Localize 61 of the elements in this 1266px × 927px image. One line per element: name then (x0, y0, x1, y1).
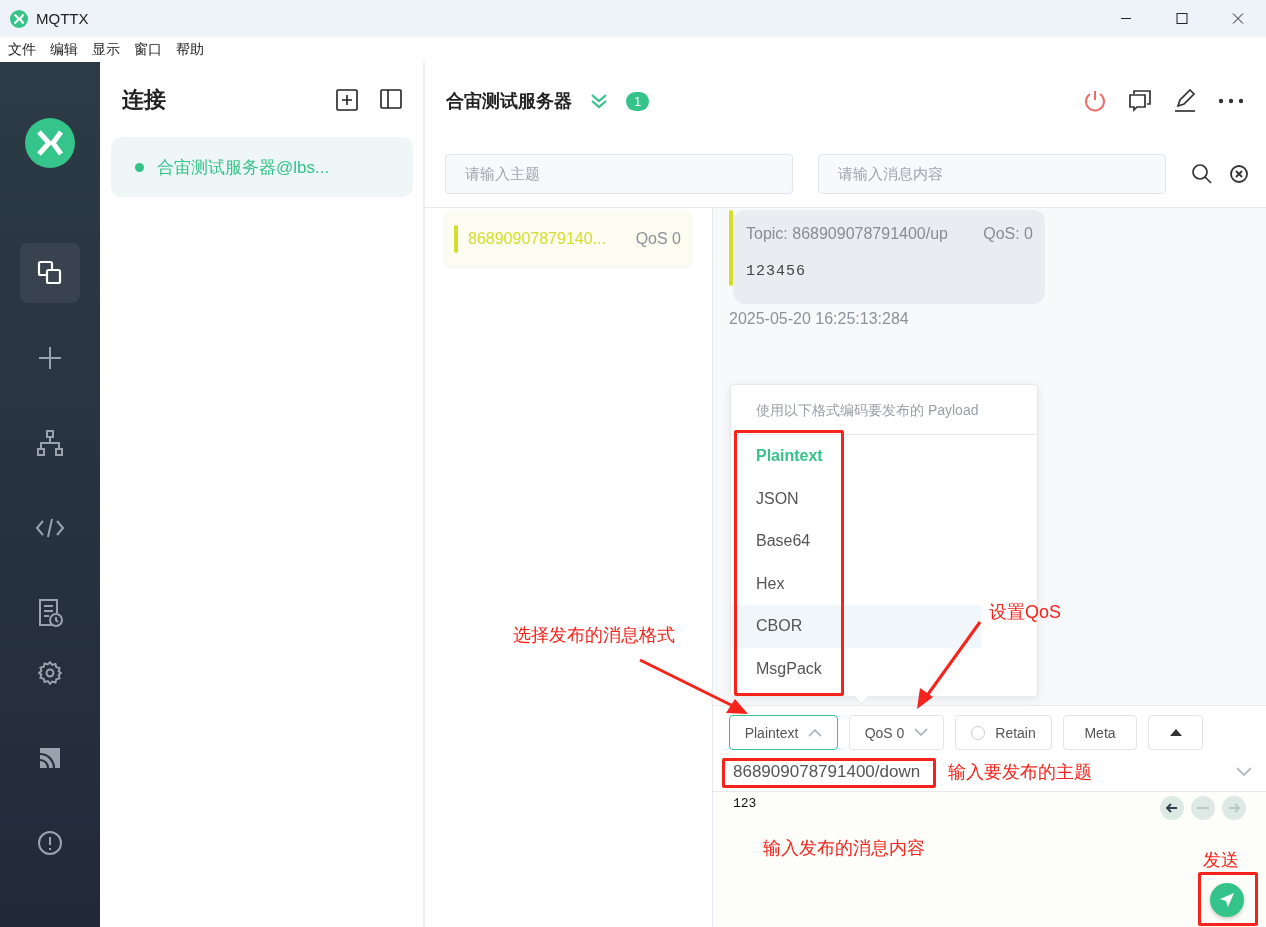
rss-icon (38, 746, 62, 770)
chat-icon[interactable] (1128, 89, 1152, 113)
payload-search-field[interactable]: 请输入消息内容 (818, 153, 1166, 194)
app-logo-icon (10, 9, 28, 28)
gear-icon (37, 660, 63, 686)
qos-select[interactable]: QoS 0 (849, 715, 944, 750)
message-qos: QoS: 0 (983, 225, 1033, 243)
annotation-text: 选择发布的消息格式 (513, 624, 675, 647)
arrow-left-icon[interactable] (1160, 796, 1184, 820)
expand-button[interactable] (1148, 715, 1203, 750)
more-icon[interactable] (1218, 98, 1244, 104)
message-payload: 123456 (746, 263, 807, 280)
panel-title: 连接 (122, 85, 166, 114)
add-icon[interactable] (336, 88, 358, 111)
windows-icon (36, 259, 64, 287)
nav-item[interactable] (20, 243, 80, 303)
payload-editor[interactable]: 123 (733, 796, 1033, 816)
highlight-frame (1198, 872, 1258, 926)
clear-icon[interactable] (1229, 163, 1249, 184)
meta-button[interactable]: Meta (1063, 715, 1137, 750)
annotation-text: 输入发布的消息内容 (763, 837, 925, 860)
format-select[interactable]: Plaintext (729, 715, 838, 750)
message-time: 2025-05-20 16:25:13:284 (729, 310, 910, 328)
annotation-text: 发送 (1203, 849, 1239, 872)
window-title: MQTTX (36, 10, 89, 27)
topic-text: 86890907879140... (468, 229, 606, 248)
menu-item[interactable]: 编辑 (46, 40, 86, 59)
search-icon[interactable] (1191, 162, 1213, 185)
send-icon (1219, 892, 1235, 908)
app-logo-icon (25, 118, 75, 168)
count-badge: 1 (626, 91, 650, 111)
topic-search-field[interactable]: 请输入主题 (445, 153, 793, 194)
format-option[interactable]: Hex (731, 562, 981, 605)
document-clock-icon (36, 598, 64, 628)
menu-item[interactable]: 显示 (88, 40, 128, 59)
edit-icon[interactable] (1173, 89, 1197, 113)
menu-item[interactable]: 窗口 (130, 40, 170, 59)
annotation-text: 输入要发布的主题 (948, 761, 1092, 784)
plus-icon (37, 345, 63, 371)
hierarchy-icon (36, 429, 64, 457)
format-option[interactable]: CBOR (731, 605, 981, 648)
format-option[interactable]: JSON (731, 477, 981, 520)
annotation-text: 设置QoS (989, 601, 1062, 624)
message-topic: Topic: 868909078791400/up (746, 225, 948, 243)
topic-input-field[interactable]: 868909078791400/down (733, 762, 938, 782)
format-option[interactable]: MsgPack (731, 647, 981, 690)
caret-up-icon (1169, 729, 1182, 736)
qos-text: QoS 0 (635, 229, 681, 248)
menu-item[interactable]: 帮助 (172, 40, 212, 59)
dropdown-hint: 使用以下格式编码要发布的 Payload (731, 385, 1037, 435)
sidebar-toggle-icon[interactable] (380, 88, 402, 109)
menu-item[interactable]: 文件 (4, 40, 44, 59)
connection-name: 合宙测试服务器@lbs... (157, 156, 330, 179)
chevron-down-icon (914, 728, 929, 737)
chevron-up-icon (808, 728, 823, 737)
code-icon (35, 517, 65, 539)
retain-checkbox[interactable]: Retain (955, 715, 1052, 750)
connection-title: 合宙测试服务器 (446, 90, 572, 113)
format-option[interactable]: Base64 (731, 520, 981, 563)
power-icon[interactable] (1083, 89, 1107, 113)
info-icon (37, 830, 63, 856)
